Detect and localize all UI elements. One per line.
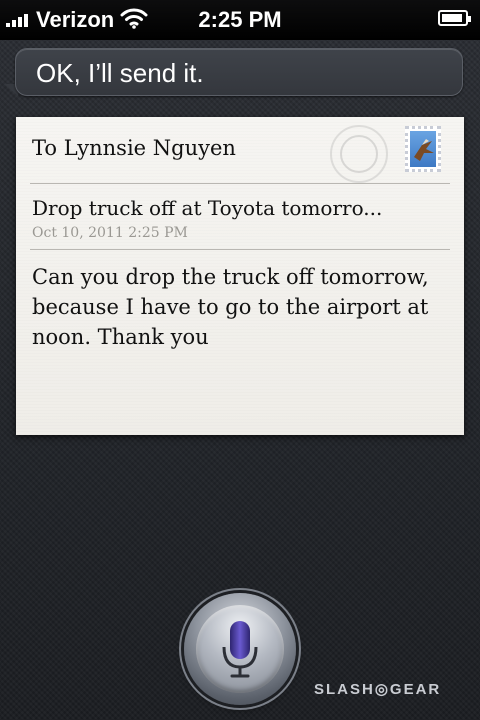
- postmark-icon: [330, 125, 388, 183]
- battery-level: [442, 14, 462, 22]
- subject-divider: [30, 249, 450, 250]
- status-time: 2:25 PM: [198, 7, 282, 32]
- email-recipient: To Lynnsie Nguyen: [32, 136, 236, 160]
- mic-button-face: [196, 605, 284, 693]
- siri-response-text: OK, I’ll send it.: [36, 58, 204, 88]
- battery-icon: [438, 10, 471, 26]
- email-body: Can you drop the truck off tomorrow, bec…: [32, 265, 429, 349]
- microphone-icon: [222, 621, 258, 678]
- email-subject: Drop truck off at Toyota tomorro...: [32, 196, 383, 220]
- watermark: SLASH◎GEAR: [314, 681, 442, 698]
- status-bar: Verizon 2:25 PM: [0, 0, 480, 40]
- header-divider: [30, 183, 450, 184]
- mail-stamp-icon: [405, 126, 441, 172]
- siri-mic-button[interactable]: [184, 593, 296, 705]
- email-date: Oct 10, 2011 2:25 PM: [32, 225, 188, 241]
- siri-response-bubble: OK, I’ll send it.: [15, 48, 463, 96]
- email-card[interactable]: To Lynnsie Nguyen Drop truck off at Toyo…: [16, 117, 464, 435]
